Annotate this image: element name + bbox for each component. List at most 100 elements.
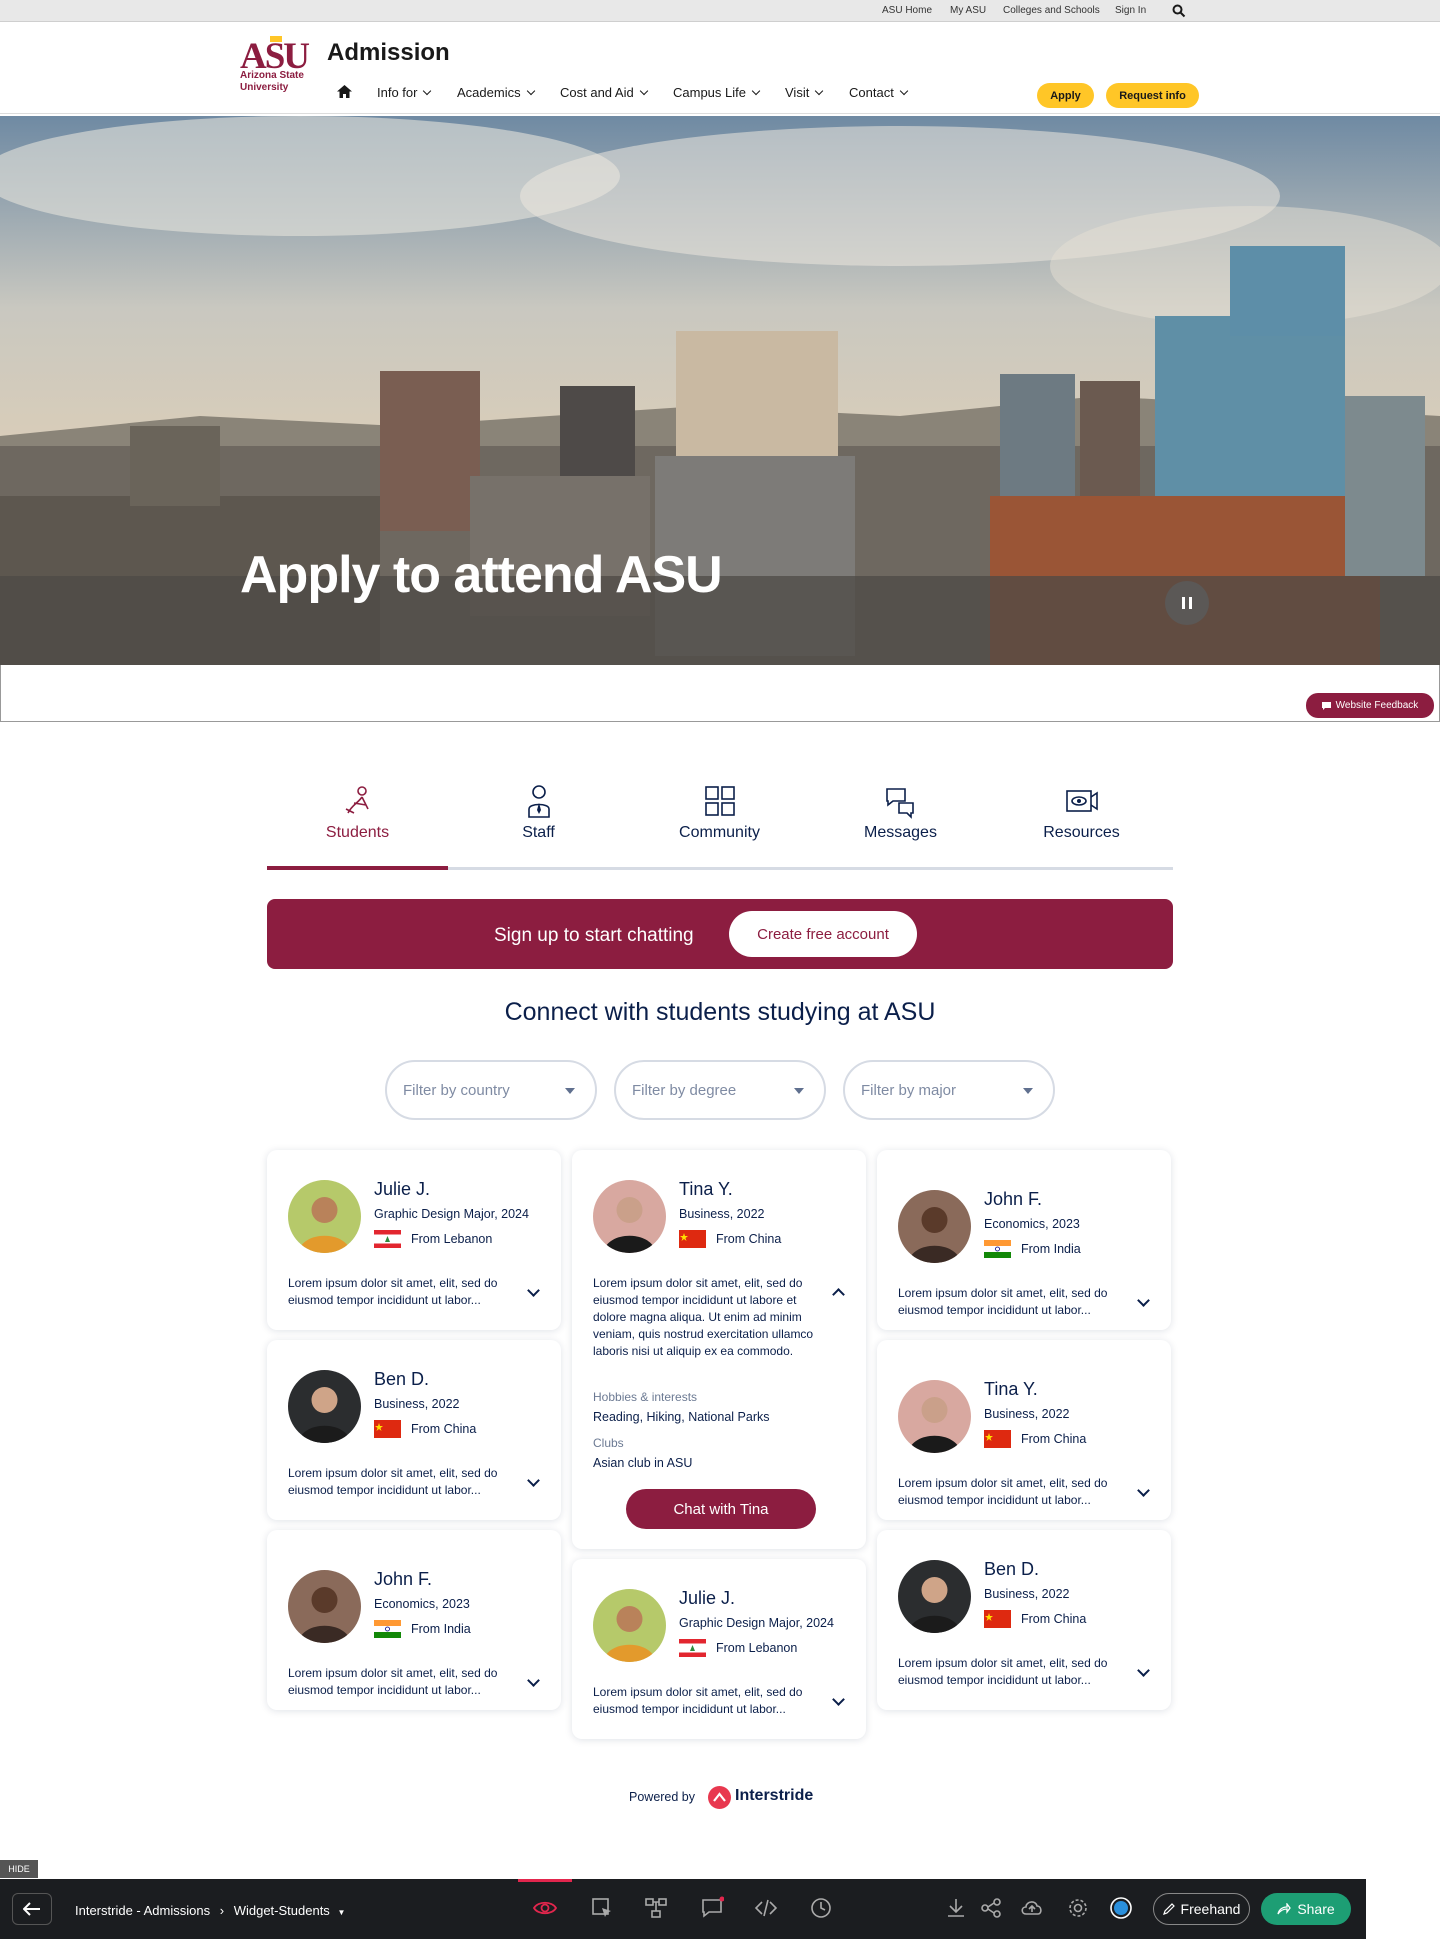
- student-avatar: [288, 1370, 361, 1443]
- breadcrumb-project[interactable]: Interstride - Admissions: [75, 1903, 210, 1918]
- nav-contact[interactable]: Contact: [849, 85, 909, 100]
- china-flag-icon: [679, 1230, 706, 1248]
- hero-title: Apply to attend ASU: [240, 546, 723, 604]
- asu-logo-subtitle: Arizona State University: [240, 70, 304, 93]
- active-mode-indicator: [518, 1879, 572, 1882]
- chevron-down-icon[interactable]: [527, 1474, 540, 1487]
- student-name: Ben D.: [984, 1559, 1040, 1579]
- nav-academics[interactable]: Academics: [457, 85, 535, 100]
- hero-footer-strip: [0, 665, 1440, 722]
- arrow-left-icon: [23, 1902, 40, 1916]
- chevron-down-icon: [423, 86, 432, 96]
- tab-students[interactable]: Students: [267, 783, 448, 870]
- chevron-down-icon: [526, 86, 535, 96]
- nav-cost-and-aid[interactable]: Cost and Aid: [560, 85, 648, 100]
- chevron-down-icon[interactable]: [527, 1284, 540, 1297]
- chevron-down-icon[interactable]: [527, 1674, 540, 1687]
- user-status-icon[interactable]: [1109, 1896, 1133, 1920]
- chevron-down-icon: [751, 86, 761, 96]
- clubs-label: Clubs: [593, 1436, 624, 1450]
- signup-banner: [267, 899, 1173, 969]
- student-bio: Lorem ipsum dolor sit amet, elit, sed do…: [288, 1466, 498, 1497]
- student-card[interactable]: John F. Economics, 2023 From India Lorem…: [877, 1150, 1171, 1330]
- share-button[interactable]: Share: [1261, 1893, 1351, 1925]
- student-origin: From India: [374, 1620, 471, 1638]
- india-flag-icon: [374, 1620, 401, 1638]
- nav-info-for[interactable]: Info for: [377, 85, 432, 100]
- chevron-down-icon[interactable]: [832, 1693, 845, 1706]
- inspect-cursor-icon[interactable]: [590, 1896, 614, 1920]
- student-card[interactable]: Julie J. Graphic Design Major, 2024 From…: [267, 1150, 561, 1330]
- student-origin: From Lebanon: [374, 1230, 492, 1248]
- widget-heading: Connect with students studying at ASU: [504, 998, 936, 1026]
- chevron-down-icon[interactable]: [1137, 1484, 1150, 1497]
- student-origin: From China: [984, 1430, 1086, 1448]
- student-card[interactable]: John F. Economics, 2023 From India Lorem…: [267, 1530, 561, 1710]
- preview-eye-icon[interactable]: [533, 1896, 557, 1920]
- student-bio: Lorem ipsum dolor sit amet, elit, sed do…: [593, 1276, 814, 1358]
- chat-with-student-button[interactable]: Chat with Tina: [626, 1489, 816, 1529]
- chevron-down-icon[interactable]: [1137, 1664, 1150, 1677]
- hobbies-value: Reading, Hiking, National Parks: [593, 1410, 770, 1424]
- student-card[interactable]: Ben D. Business, 2022 From China Lorem i…: [267, 1340, 561, 1520]
- colleges-link[interactable]: Colleges and Schools: [1003, 5, 1100, 16]
- interstride-brand-name[interactable]: Interstride: [735, 1787, 813, 1805]
- code-icon[interactable]: [754, 1896, 778, 1920]
- tab-messages[interactable]: Messages: [810, 783, 991, 870]
- student-major: Economics, 2023: [374, 1597, 470, 1611]
- student-bio: Lorem ipsum dolor sit amet, elit, sed do…: [288, 1276, 498, 1307]
- apply-button[interactable]: Apply: [1037, 83, 1094, 108]
- chevron-down-icon[interactable]: [1137, 1294, 1150, 1307]
- pause-button[interactable]: [1165, 581, 1209, 625]
- filter-major-select[interactable]: Filter by major: [843, 1060, 1055, 1120]
- clubs-value: Asian club in ASU: [593, 1456, 693, 1470]
- student-bio: Lorem ipsum dolor sit amet, elit, sed do…: [898, 1286, 1108, 1317]
- settings-gear-icon[interactable]: [1066, 1896, 1090, 1920]
- student-name: Ben D.: [374, 1369, 430, 1389]
- hide-toolbar-button[interactable]: HIDE: [0, 1860, 38, 1878]
- comments-icon[interactable]: [700, 1896, 724, 1920]
- pen-icon: [1162, 1903, 1175, 1915]
- my-asu-link[interactable]: My ASU: [950, 5, 986, 16]
- student-major: Graphic Design Major, 2024: [679, 1616, 834, 1630]
- tab-resources[interactable]: Resources: [991, 783, 1172, 870]
- student-card[interactable]: Tina Y. Business, 2022 From China Lorem …: [877, 1340, 1171, 1520]
- sign-in-link[interactable]: Sign In: [1115, 5, 1146, 16]
- active-tab-indicator: [267, 866, 448, 870]
- freehand-button[interactable]: Freehand: [1153, 1893, 1250, 1925]
- create-account-button[interactable]: Create free account: [729, 911, 917, 957]
- tab-staff[interactable]: Staff: [448, 783, 629, 870]
- download-icon[interactable]: [944, 1896, 968, 1920]
- cloud-upload-icon[interactable]: [1020, 1896, 1044, 1920]
- caret-down-icon[interactable]: ▼: [337, 1908, 345, 1917]
- home-icon[interactable]: [337, 85, 352, 98]
- chevron-up-icon[interactable]: [832, 1288, 845, 1301]
- website-feedback-button[interactable]: Website Feedback: [1306, 693, 1434, 718]
- student-name: John F.: [984, 1189, 1043, 1209]
- student-avatar: [288, 1180, 361, 1253]
- student-card[interactable]: Ben D. Business, 2022 From China Lorem i…: [877, 1530, 1171, 1710]
- signup-text: Sign up to start chatting: [494, 925, 694, 946]
- site-title[interactable]: Admission: [327, 39, 450, 67]
- share-nodes-icon[interactable]: [979, 1896, 1003, 1920]
- request-info-button[interactable]: Request info: [1106, 83, 1199, 108]
- student-major: Business, 2022: [679, 1207, 765, 1221]
- history-clock-icon[interactable]: [809, 1896, 833, 1920]
- breadcrumb-page[interactable]: Widget-Students: [234, 1903, 330, 1918]
- utility-bar: ASU Home My ASU Colleges and Schools Sig…: [0, 0, 1440, 22]
- filter-country-select[interactable]: Filter by country: [385, 1060, 597, 1120]
- student-card[interactable]: Julie J. Graphic Design Major, 2024 From…: [572, 1559, 866, 1739]
- nav-campus-life[interactable]: Campus Life: [673, 85, 761, 100]
- chevron-down-icon: [815, 86, 824, 96]
- resources-icon: [1065, 790, 1098, 812]
- nav-visit[interactable]: Visit: [785, 85, 824, 100]
- flow-map-icon[interactable]: [644, 1896, 668, 1920]
- filter-degree-select[interactable]: Filter by degree: [614, 1060, 826, 1120]
- back-button[interactable]: [12, 1893, 52, 1925]
- student-bio: Lorem ipsum dolor sit amet, elit, sed do…: [898, 1656, 1108, 1687]
- asu-home-link[interactable]: ASU Home: [882, 5, 932, 16]
- student-origin: From China: [679, 1230, 781, 1248]
- tab-community[interactable]: Community: [629, 783, 810, 870]
- student-name: Julie J.: [374, 1179, 431, 1199]
- search-icon[interactable]: [1172, 4, 1186, 18]
